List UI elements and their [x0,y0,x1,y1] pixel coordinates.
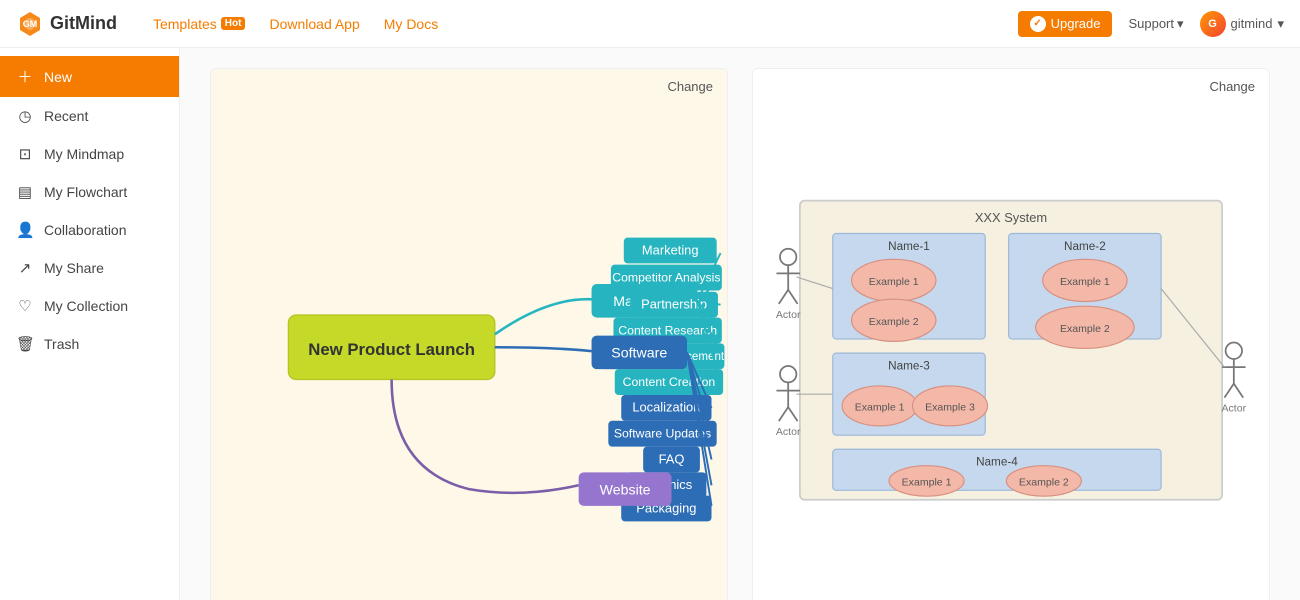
svg-text:Example 2: Example 2 [869,316,919,328]
sidebar-item-new[interactable]: ＋ New [0,56,179,97]
svg-text:Competitor Analysis: Competitor Analysis [612,270,720,284]
flowchart-svg: XXX System Name-1 Example 1 Example 2 Na… [753,69,1269,600]
header-right: Upgrade Support ▾ G gitmind ▾ [1018,11,1284,37]
sidebar-item-collaboration[interactable]: 👤 Collaboration [0,211,179,249]
mindmap-preview: Change New Product Launch Marketing [211,69,727,600]
nav-templates[interactable]: Templates Hot [153,16,245,32]
sidebar: ＋ New ◷ Recent ⊡ My Mindmap ▤ My Flowcha… [0,48,180,600]
mindmap-card: Change New Product Launch Marketing [210,68,728,600]
nav-download-app[interactable]: Download App [269,16,359,32]
svg-text:Marketing: Marketing [642,242,699,257]
svg-text:Example 3: Example 3 [925,402,975,414]
svg-text:Example 2: Example 2 [1060,323,1110,335]
svg-text:FAQ: FAQ [659,451,685,466]
sidebar-item-my-flowchart[interactable]: ▤ My Flowchart [0,173,179,211]
sidebar-item-my-collection[interactable]: ♡ My Collection [0,287,179,325]
svg-text:Actor: Actor [776,426,801,438]
flowchart-change-link[interactable]: Change [1209,79,1255,94]
svg-text:Software Updates: Software Updates [614,427,711,441]
flowchart-preview: Change XXX System Name-1 Example 1 Examp… [753,69,1269,600]
cards-row: Change New Product Launch Marketing [210,68,1270,600]
svg-text:Name-4: Name-4 [976,456,1018,469]
upgrade-button[interactable]: Upgrade [1018,11,1113,37]
svg-text:Example 1: Example 1 [869,276,919,288]
svg-text:Actor: Actor [776,309,801,321]
support-link[interactable]: Support ▾ [1128,16,1183,32]
svg-text:New Product Launch: New Product Launch [308,340,475,359]
svg-text:Name-3: Name-3 [888,360,930,373]
mindmap-change-link[interactable]: Change [667,79,713,94]
user-avatar: G [1200,11,1226,37]
svg-text:Example 2: Example 2 [1019,477,1069,489]
svg-text:XXX System: XXX System [975,210,1047,225]
new-icon: ＋ [16,66,34,87]
share-icon: ↗ [16,259,34,277]
collaboration-icon: 👤 [16,221,34,239]
user-chevron-icon: ▾ [1277,16,1284,32]
svg-text:Example 1: Example 1 [902,477,952,489]
gitmind-logo-icon: GM [16,10,44,38]
header: GM GitMind Templates Hot Download App My… [0,0,1300,48]
logo-text: GitMind [50,13,117,34]
logo: GM GitMind [16,10,117,38]
svg-text:Website: Website [600,482,651,498]
svg-text:Software: Software [611,346,667,362]
nav-my-docs[interactable]: My Docs [384,16,438,32]
upgrade-icon [1030,16,1046,32]
svg-text:Partnership: Partnership [641,297,707,312]
layout: ＋ New ◷ Recent ⊡ My Mindmap ▤ My Flowcha… [0,48,1300,600]
svg-text:Actor: Actor [1222,403,1247,415]
user-menu[interactable]: G gitmind ▾ [1200,11,1284,37]
sidebar-item-recent[interactable]: ◷ Recent [0,97,179,135]
mindmap-icon: ⊡ [16,145,34,163]
trash-icon: 🗑 [16,335,34,353]
chevron-down-icon: ▾ [1177,16,1184,32]
clock-icon: ◷ [16,107,34,125]
main-content: Change New Product Launch Marketing [180,48,1300,600]
svg-text:GM: GM [23,19,38,29]
sidebar-item-trash[interactable]: 🗑 Trash [0,325,179,363]
sidebar-item-my-share[interactable]: ↗ My Share [0,249,179,287]
svg-text:Example 1: Example 1 [855,402,905,414]
svg-text:Example 1: Example 1 [1060,276,1110,288]
sidebar-item-my-mindmap[interactable]: ⊡ My Mindmap [0,135,179,173]
mindmap-svg: New Product Launch Marketing Marketing C… [211,69,727,600]
svg-text:Content Research: Content Research [618,323,717,337]
svg-text:Localization: Localization [632,400,700,415]
flowchart-card: Change XXX System Name-1 Example 1 Examp… [752,68,1270,600]
svg-text:Name-1: Name-1 [888,240,930,253]
hot-badge: Hot [221,17,246,30]
flowchart-icon: ▤ [16,183,34,201]
svg-text:Name-2: Name-2 [1064,240,1106,253]
heart-icon: ♡ [16,297,34,315]
